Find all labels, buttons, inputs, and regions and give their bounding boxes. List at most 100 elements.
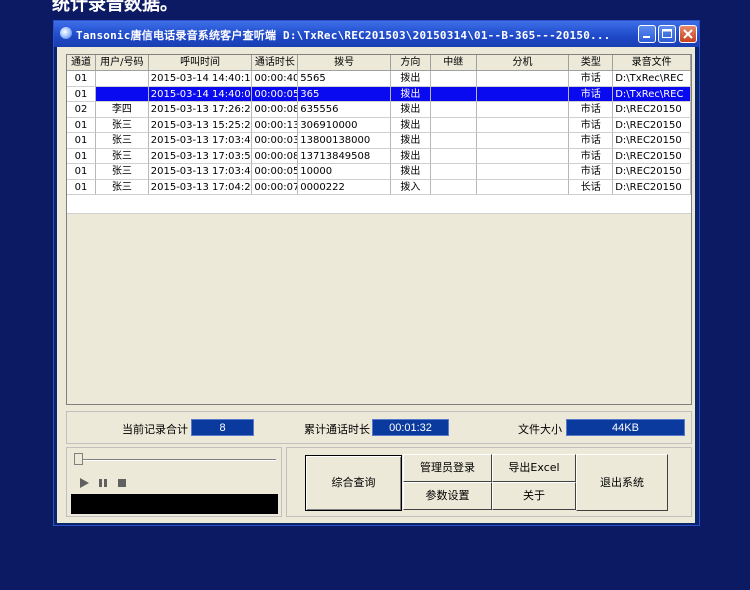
cell-trunk [430, 133, 477, 149]
cell-channel: 01 [67, 164, 96, 180]
column-header-record-file[interactable]: 录音文件 [613, 55, 691, 71]
cell-type: 市话 [569, 164, 614, 180]
cell-user: 张三 [95, 164, 149, 180]
column-header-trunk[interactable]: 中继 [430, 55, 477, 71]
comprehensive-query-button[interactable]: 综合查询 [305, 455, 402, 511]
column-header-type[interactable]: 类型 [569, 55, 614, 71]
column-header-channel[interactable]: 通道 [67, 55, 96, 71]
cell-channel: 01 [67, 148, 96, 164]
cell-direction: 拨出 [390, 117, 431, 133]
cell-type: 市话 [569, 148, 614, 164]
minimize-button[interactable] [638, 25, 656, 43]
playback-display [71, 494, 278, 514]
cell-user: 张三 [95, 148, 149, 164]
cell-dialed-number: 635556 [298, 102, 391, 118]
cell-duration: 00:00:07 [252, 179, 299, 195]
cell-channel: 01 [67, 71, 96, 87]
table-row[interactable]: 01 张三 2015-03-13 17:03:40 00:00:05 10000 拨出 市话… [67, 164, 691, 180]
table-row[interactable]: 01 2015-03-14 14:40:13 00:00:40 5565 拨出 市话 D:\… [67, 71, 691, 87]
records-table: 通道 用户/号码 呼叫时间 通话时长 拨号 方向 中继 分机 类型 录音文件 01 2015-03-… [66, 54, 692, 405]
cell-extension [476, 102, 570, 118]
cell-dialed-number: 365 [298, 86, 391, 102]
admin-login-button[interactable]: 管理员登录 [403, 454, 492, 482]
maximize-button[interactable] [658, 25, 676, 43]
table-body: 01 2015-03-14 14:40:13 00:00:40 5565 拨出 市话 D:\… [67, 71, 691, 195]
cell-direction: 拨出 [390, 102, 431, 118]
cell-duration: 00:00:05 [252, 86, 299, 102]
app-window: Tansonic唐信电话录音系统客户查听端 D:\TxRec\REC201503… [53, 20, 700, 526]
play-icon [80, 478, 89, 488]
progress-track[interactable] [76, 459, 276, 461]
cell-duration: 00:00:08 [252, 102, 299, 118]
column-header-user[interactable]: 用户/号码 [95, 55, 149, 71]
play-button[interactable] [78, 476, 90, 494]
export-excel-button[interactable]: 导出Excel [492, 454, 576, 482]
cell-channel: 02 [67, 102, 96, 118]
table-row[interactable]: 01 张三 2015-03-13 17:03:55 00:00:08 137138495… [67, 148, 691, 164]
table-row[interactable]: 01 张三 2015-03-13 17:04:20 00:00:07 0000222 拨入… [67, 179, 691, 195]
column-header-direction[interactable]: 方向 [390, 55, 431, 71]
table-row[interactable]: 02 李四 2015-03-13 17:26:21 00:00:08 635556 拨出 市… [67, 102, 691, 118]
cell-call-time: 2015-03-13 15:25:24 [148, 117, 253, 133]
cell-record-file: D:\REC20150 [613, 148, 691, 164]
cell-type: 市话 [569, 71, 614, 87]
stop-icon [118, 479, 126, 487]
column-header-extension[interactable]: 分机 [476, 55, 570, 71]
cell-record-file: D:\REC20150 [613, 102, 691, 118]
pause-button[interactable] [97, 476, 109, 494]
pause-icon [99, 479, 107, 487]
cell-trunk [430, 164, 477, 180]
column-header-dialed-number[interactable]: 拨号 [298, 55, 391, 71]
title-bar[interactable]: Tansonic唐信电话录音系统客户查听端 D:\TxRec\REC201503… [54, 21, 699, 47]
settings-button[interactable]: 参数设置 [403, 482, 492, 510]
cell-user [95, 86, 149, 102]
cell-call-time: 2015-03-14 14:40:13 [148, 71, 253, 87]
stop-button[interactable] [116, 476, 128, 494]
app-icon [60, 27, 72, 39]
cell-extension [476, 148, 570, 164]
cell-type: 市话 [569, 86, 614, 102]
cell-call-time: 2015-03-13 17:03:40 [148, 164, 253, 180]
exit-button[interactable]: 退出系统 [576, 454, 668, 511]
records-count-label: 当前记录合计 [122, 423, 188, 436]
cell-duration: 00:00:40 [252, 71, 299, 87]
cell-trunk [430, 86, 477, 102]
about-button[interactable]: 关于 [492, 482, 576, 510]
cell-extension [476, 133, 570, 149]
records-count-value: 8 [191, 419, 254, 436]
cell-record-file: D:\REC20150 [613, 164, 691, 180]
cell-direction: 拨出 [390, 148, 431, 164]
client-area: 通道 用户/号码 呼叫时间 通话时长 拨号 方向 中继 分机 类型 录音文件 01 2015-03-… [57, 47, 695, 523]
cell-duration: 00:00:08 [252, 148, 299, 164]
progress-slider-thumb[interactable] [74, 453, 83, 465]
cell-dialed-number: 10000 [298, 164, 391, 180]
column-header-call-time[interactable]: 呼叫时间 [148, 55, 253, 71]
close-button[interactable] [679, 25, 697, 43]
cell-record-file: D:\REC20150 [613, 117, 691, 133]
cell-user: 李四 [95, 102, 149, 118]
window-title: Tansonic唐信电话录音系统客户查听端 D:\TxRec\REC201503… [76, 29, 611, 42]
cell-extension [476, 117, 570, 133]
cell-call-time: 2015-03-13 17:26:21 [148, 102, 253, 118]
cell-channel: 01 [67, 179, 96, 195]
cell-type: 长话 [569, 179, 614, 195]
table-row[interactable]: 01 张三 2015-03-13 15:25:24 00:00:13 306910000… [67, 117, 691, 133]
cell-direction: 拨出 [390, 164, 431, 180]
page-heading: 统计录音数据。 [52, 0, 178, 15]
cell-dialed-number: 5565 [298, 71, 391, 87]
cell-duration: 00:00:03 [252, 133, 299, 149]
cell-duration: 00:00:05 [252, 164, 299, 180]
cell-extension [476, 71, 570, 87]
cell-record-file: D:\REC20150 [613, 179, 691, 195]
column-header-duration[interactable]: 通话时长 [252, 55, 299, 71]
cell-dialed-number: 306910000 [298, 117, 391, 133]
cell-channel: 01 [67, 133, 96, 149]
cell-call-time: 2015-03-14 14:40:00 [148, 86, 253, 102]
table-row[interactable]: 01 2015-03-14 14:40:00 00:00:05 365 拨出 市话 D:\T… [67, 86, 691, 102]
table-row[interactable]: 01 张三 2015-03-13 17:03:48 00:00:03 138001380… [67, 133, 691, 149]
cell-type: 市话 [569, 117, 614, 133]
cell-type: 市话 [569, 102, 614, 118]
total-duration-value: 00:01:32 [372, 419, 449, 436]
cell-user: 张三 [95, 179, 149, 195]
cell-extension [476, 179, 570, 195]
